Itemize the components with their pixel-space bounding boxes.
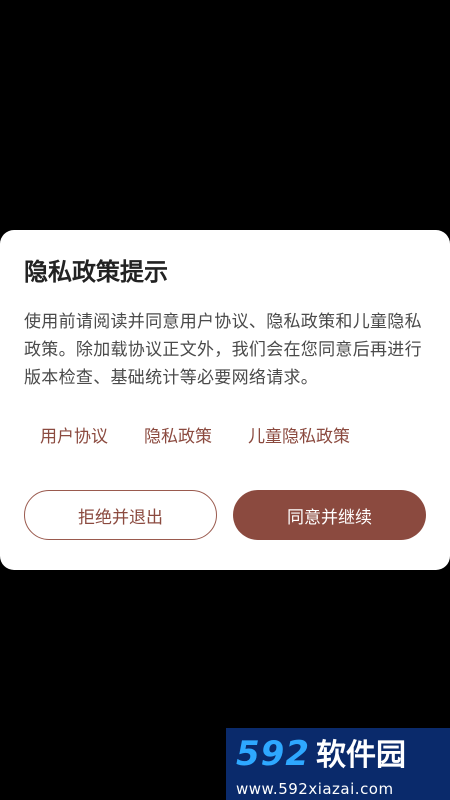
dialog-body-text: 使用前请阅读并同意用户协议、隐私政策和儿童隐私政策。除加载协议正文外，我们会在您… (24, 312, 422, 388)
privacy-dialog: 隐私政策提示 使用前请阅读并同意用户协议、隐私政策和儿童隐私政策。除加载协议正文… (0, 230, 450, 570)
watermark-url: www.592xiazai.com (236, 780, 394, 798)
reject-and-exit-button[interactable]: 拒绝并退出 (24, 490, 217, 540)
watermark-name: 软件园 (315, 738, 406, 773)
screen: 隐私政策提示 使用前请阅读并同意用户协议、隐私政策和儿童隐私政策。除加载协议正文… (0, 0, 450, 800)
user-agreement-link[interactable]: 用户协议 (40, 422, 108, 447)
watermark-number: 592 (236, 734, 310, 774)
children-privacy-policy-link[interactable]: 儿童隐私政策 (248, 422, 350, 447)
dialog-buttons: 拒绝并退出 同意并继续 (24, 490, 426, 540)
agreement-links: 用户协议 隐私政策 儿童隐私政策 (24, 422, 426, 447)
watermark-logo: 592 软件园 www.592xiazai.com (226, 728, 450, 800)
watermark-brand: 592 软件园 (236, 736, 440, 774)
privacy-policy-link[interactable]: 隐私政策 (144, 422, 212, 447)
dialog-title: 隐私政策提示 (24, 258, 168, 286)
agree-and-continue-button[interactable]: 同意并继续 (233, 490, 426, 540)
